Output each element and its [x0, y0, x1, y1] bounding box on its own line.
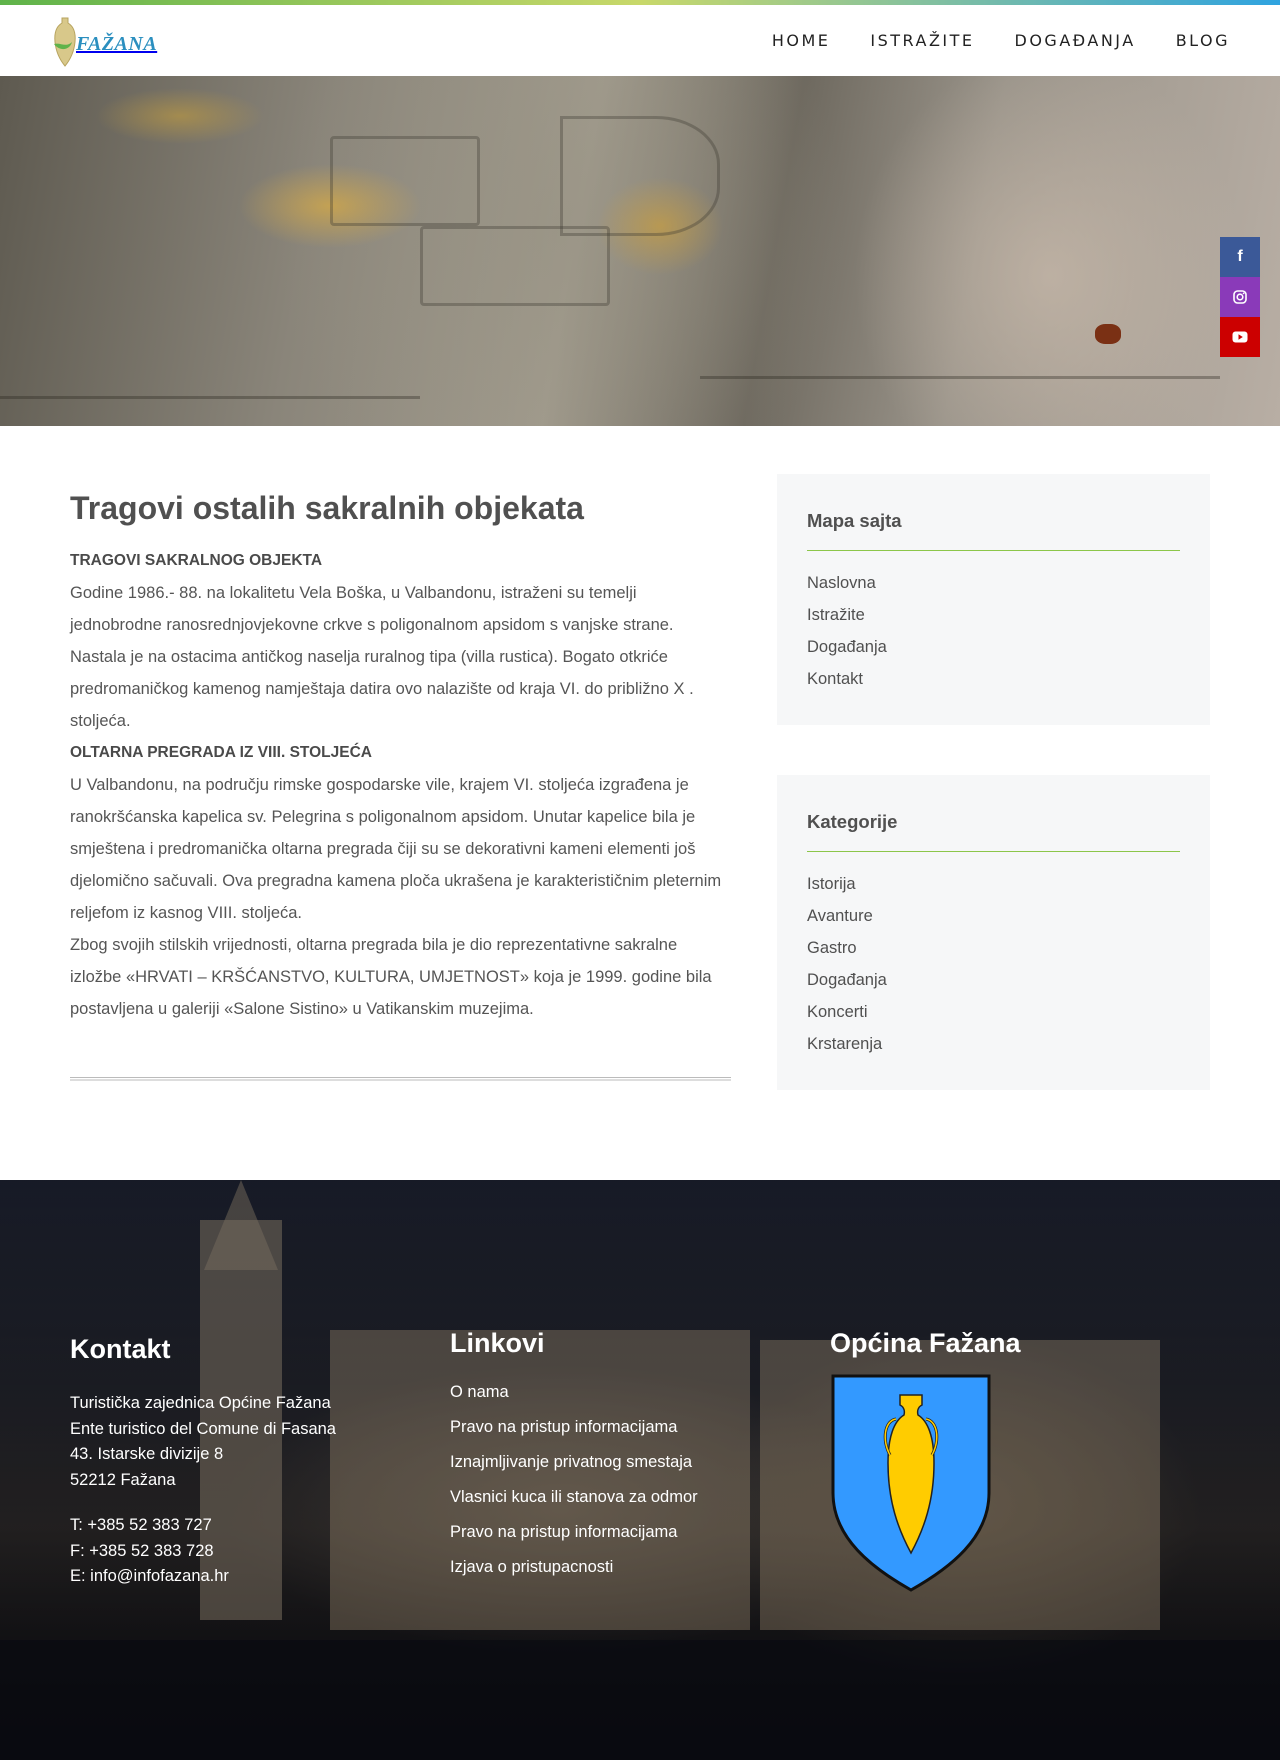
category-link-dogadanja[interactable]: Događanja [807, 964, 1180, 996]
stone-crack [700, 376, 1220, 379]
logo-text: FAŽANA [76, 33, 158, 55]
fax-number: F: +385 52 383 728 [70, 1541, 214, 1560]
sitemap-link-kontakt[interactable]: Kontakt [807, 663, 1180, 695]
categories-widget: Kategorije Istorija Avanture Gastro Doga… [777, 775, 1210, 1090]
instagram-glyph-icon [1233, 290, 1247, 304]
section-heading: OLTARNA PREGRADA IZ VIII. STOLJEĆA [70, 744, 372, 761]
article-paragraph: Godine 1986.- 88. na lokalitetu Vela Boš… [70, 584, 694, 730]
stone-carving [420, 226, 610, 306]
article: Tragovi ostalih sakralnih objekata TRAGO… [70, 474, 731, 1090]
footer-heading: Kontakt [70, 1334, 171, 1364]
rust-stain [1095, 324, 1121, 344]
site-footer: Kontakt Turistička zajednica Općine Faža… [0, 1180, 1280, 1760]
category-link-avanture[interactable]: Avanture [807, 900, 1180, 932]
footer-link-vlasnici[interactable]: Vlasnici kuca ili stanova za odmor [450, 1480, 830, 1515]
footer-link-izjava[interactable]: Izjava o pristupacnosti [450, 1550, 830, 1585]
article-divider [70, 1077, 731, 1081]
widget-title: Mapa sajta [807, 510, 1180, 551]
stone-crack [0, 396, 420, 399]
coat-of-arms-icon [831, 1374, 991, 1592]
hero-stone-image [0, 76, 1280, 426]
youtube-icon[interactable] [1220, 317, 1260, 357]
sitemap-link-naslovna[interactable]: Naslovna [807, 567, 1180, 599]
widget-title: Kategorije [807, 811, 1180, 852]
section-heading: TRAGOVI SAKRALNOG OBJEKTA [70, 552, 323, 569]
main-nav: HOME ISTRAŽITE DOGAĐANJA BLOG [772, 31, 1230, 50]
footer-municipality: Općina Fažana [830, 1328, 1210, 1598]
amphora-logo-icon [54, 17, 76, 67]
nav-blog[interactable]: BLOG [1176, 31, 1230, 50]
footer-link-o-nama[interactable]: O nama [450, 1375, 830, 1410]
youtube-glyph-icon [1232, 331, 1248, 343]
article-paragraph: Zbog svojih stilskih vrijednosti, oltarn… [70, 936, 712, 1018]
facebook-icon[interactable]: f [1220, 237, 1260, 277]
address-line: 52212 Fažana [70, 1470, 176, 1489]
phone-number: T: +385 52 383 727 [70, 1516, 212, 1534]
footer-columns: Kontakt Turistička zajednica Općine Faža… [0, 1180, 1280, 1598]
article-paragraph: U Valbandonu, na području rimske gospoda… [70, 776, 722, 922]
footer-contact: Kontakt Turistička zajednica Općine Faža… [70, 1328, 450, 1598]
category-link-koncerti[interactable]: Koncerti [807, 996, 1180, 1028]
address-line: Turistička zajednica Općine Fažana [70, 1394, 331, 1412]
category-link-istorija[interactable]: Istorija [807, 868, 1180, 900]
instagram-icon[interactable] [1220, 277, 1260, 317]
nav-istrazite[interactable]: ISTRAŽITE [870, 31, 974, 50]
sitemap-link-dogadanja[interactable]: Događanja [807, 631, 1180, 663]
sidebar: Mapa sajta Naslovna Istražite Događanja … [777, 474, 1210, 1090]
harbour-water [0, 1640, 1280, 1760]
social-sidebar: f [1220, 237, 1260, 357]
address-line: Ente turistico del Comune di Fasana [70, 1419, 336, 1438]
page-title: Tragovi ostalih sakralnih objekata [70, 490, 584, 526]
nav-home[interactable]: HOME [772, 31, 831, 50]
footer-link-iznajmljivanje[interactable]: Iznajmljivanje privatnog smestaja [450, 1445, 830, 1480]
stone-carving [330, 136, 480, 226]
sitemap-widget: Mapa sajta Naslovna Istražite Događanja … [777, 474, 1210, 725]
footer-heading: Linkovi [450, 1328, 545, 1358]
main-content: Tragovi ostalih sakralnih objekata TRAGO… [0, 426, 1280, 1180]
nav-dogadanja[interactable]: DOGAĐANJA [1015, 31, 1136, 50]
stone-carving [560, 116, 720, 236]
address-line: 43. Istarske divizije 8 [70, 1445, 224, 1463]
category-link-gastro[interactable]: Gastro [807, 932, 1180, 964]
category-link-krstarenja[interactable]: Krstarenja [807, 1028, 1180, 1060]
footer-link-pravo-na-pristup[interactable]: Pravo na pristup informacijama [450, 1410, 830, 1445]
footer-links: Linkovi O nama Pravo na pristup informac… [450, 1328, 830, 1598]
footer-heading: Općina Fažana [830, 1328, 1021, 1358]
email-address[interactable]: E: info@infofazana.hr [70, 1564, 450, 1590]
sitemap-link-istrazite[interactable]: Istražite [807, 599, 1180, 631]
site-header: FAŽANA HOME ISTRAŽITE DOGAĐANJA BLOG [0, 5, 1280, 76]
site-logo[interactable]: FAŽANA [52, 11, 157, 71]
footer-link-pravo-na-pristup-2[interactable]: Pravo na pristup informacijama [450, 1515, 830, 1550]
